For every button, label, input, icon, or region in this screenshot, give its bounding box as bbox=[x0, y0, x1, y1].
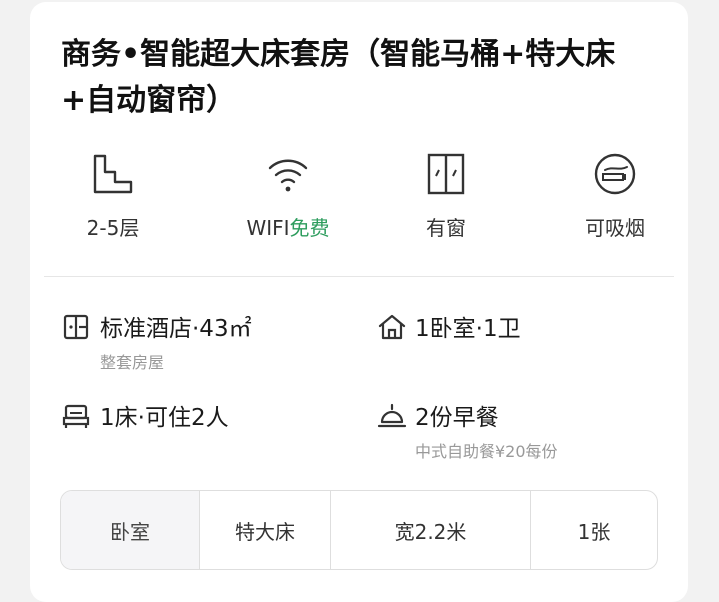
bed-width-cell: 宽2.2米 bbox=[331, 491, 531, 569]
window-icon bbox=[427, 153, 465, 195]
breakfast-sub: 中式自助餐¥20每份 bbox=[415, 442, 558, 461]
bed-count-cell: 1张 bbox=[577, 519, 611, 544]
feature-wifi: WIFI免费 bbox=[218, 150, 358, 241]
hotel-icon bbox=[63, 314, 89, 340]
feature-floor-label: 2-5层 bbox=[86, 216, 140, 240]
feature-wifi-label: WIFI免费 bbox=[218, 212, 358, 241]
wifi-free-badge: 免费 bbox=[289, 216, 330, 240]
bed-icon bbox=[62, 404, 90, 428]
feature-row: 2-5层 WIFI免费 有窗 可吸烟 bbox=[44, 150, 674, 250]
feature-window-label: 有窗 bbox=[426, 216, 466, 240]
feature-smoking: 可吸烟 bbox=[545, 150, 685, 241]
room-detail-card: 商务•智能超大床套房（智能马桶+特大床+自动窗帘） 2-5层 WIFI免费 有窗… bbox=[30, 2, 688, 602]
service-bell-icon bbox=[377, 403, 407, 428]
wifi-text: WIFI bbox=[246, 216, 290, 240]
room-title: 商务•智能超大床套房（智能马桶+特大床+自动窗帘） bbox=[61, 37, 616, 118]
hotel-type-sub: 整套房屋 bbox=[100, 353, 165, 372]
wifi-icon bbox=[268, 159, 308, 192]
occupancy-label: 1床·可住2人 bbox=[100, 405, 229, 431]
feature-smoking-label: 可吸烟 bbox=[585, 216, 645, 240]
feature-window: 有窗 bbox=[376, 150, 516, 241]
hotel-type-label: 标准酒店·43㎡ bbox=[100, 316, 252, 342]
breakfast-label: 2份早餐 bbox=[415, 405, 499, 431]
bed-room-cell: 卧室 bbox=[61, 491, 200, 569]
bed-type-cell: 特大床 bbox=[200, 491, 331, 569]
bed-info-table: 卧室 特大床 宽2.2米 1张 bbox=[60, 490, 658, 570]
section-divider bbox=[44, 276, 674, 277]
feature-floor: 2-5层 bbox=[43, 150, 183, 241]
house-icon bbox=[378, 314, 406, 340]
rooms-label: 1卧室·1卫 bbox=[415, 316, 521, 342]
smoking-icon bbox=[594, 153, 636, 195]
floor-stairs-icon bbox=[93, 154, 133, 194]
